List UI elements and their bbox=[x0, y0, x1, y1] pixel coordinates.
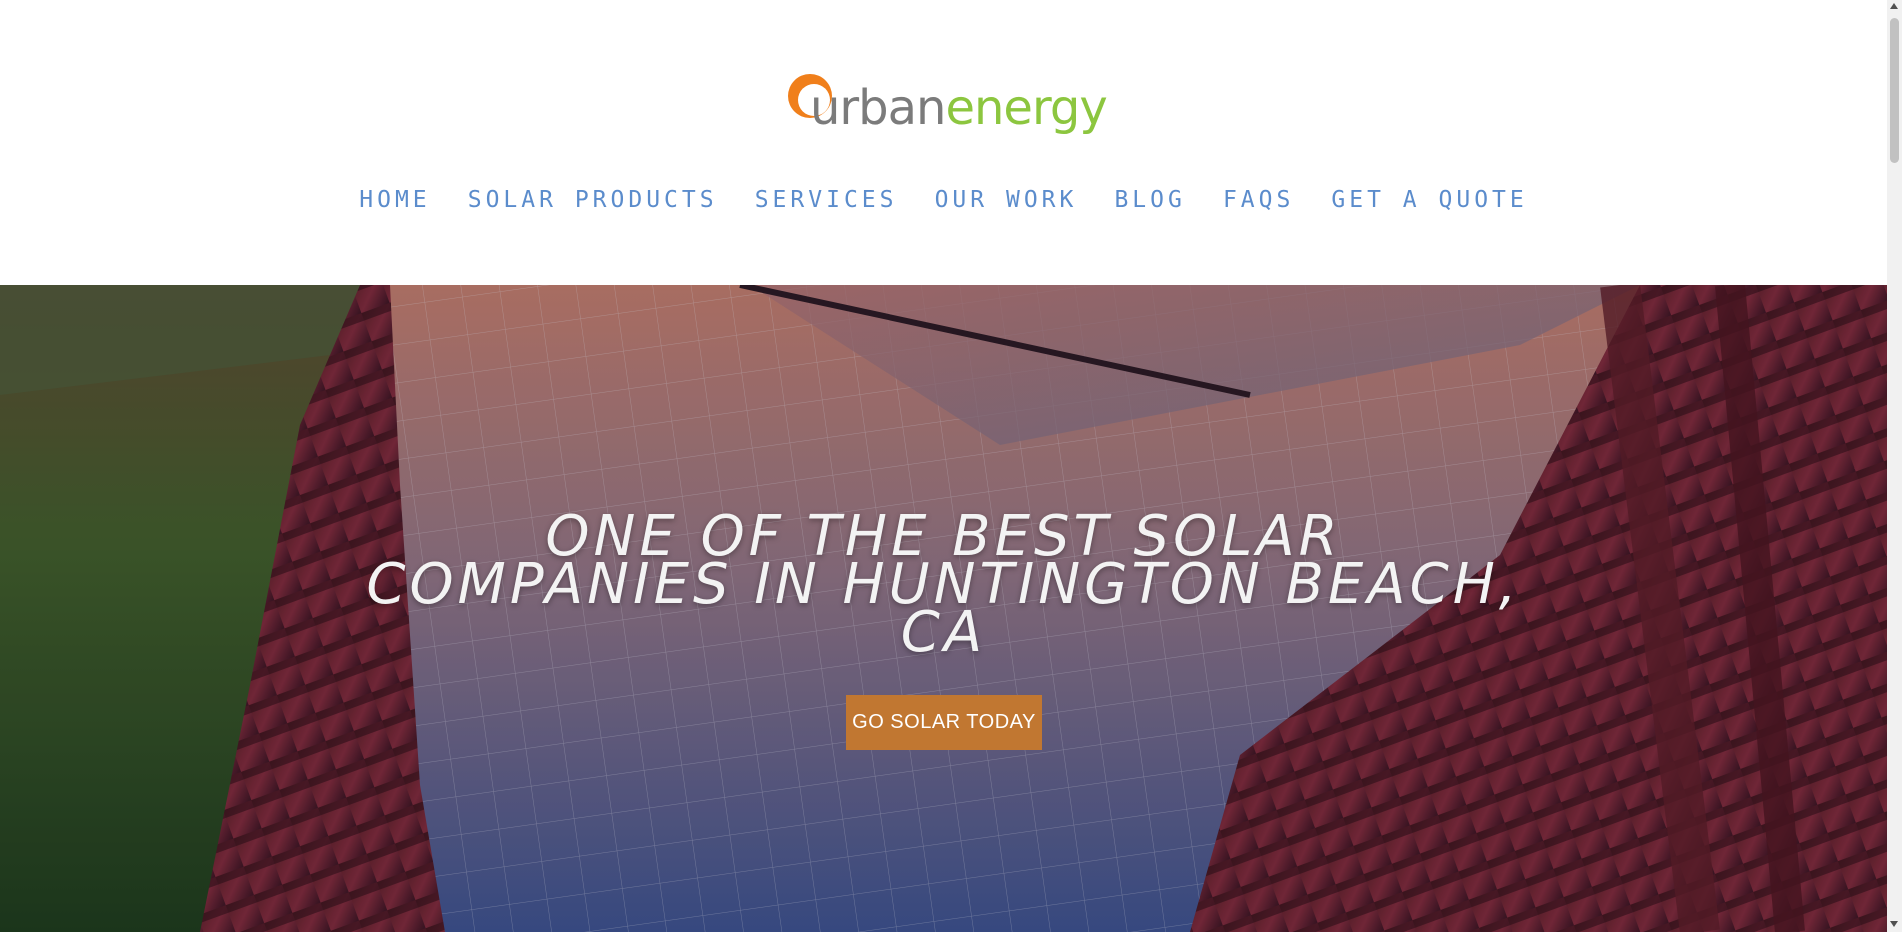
nav-blog[interactable]: BLOG bbox=[1114, 180, 1185, 220]
site-logo[interactable]: urbanenergy bbox=[780, 68, 1110, 146]
nav-our-work[interactable]: OUR WORK bbox=[935, 180, 1078, 220]
logo-urban-text: urban bbox=[810, 80, 946, 136]
logo-wordmark: urbanenergy bbox=[810, 78, 1108, 138]
nav-get-a-quote[interactable]: GET A QUOTE bbox=[1331, 180, 1527, 220]
site-header: urbanenergy HOME SOLAR PRODUCTS SERVICES… bbox=[0, 0, 1887, 285]
hero-section: ONE OF THE BEST SOLAR COMPANIES IN HUNTI… bbox=[0, 285, 1887, 932]
hero-title: ONE OF THE BEST SOLAR COMPANIES IN HUNTI… bbox=[366, 504, 1521, 665]
logo-energy-text: energy bbox=[945, 80, 1107, 136]
nav-home[interactable]: HOME bbox=[359, 180, 430, 220]
scroll-up-arrow-icon[interactable] bbox=[1890, 3, 1898, 9]
scroll-down-arrow-icon[interactable] bbox=[1890, 921, 1898, 927]
nav-services[interactable]: SERVICES bbox=[755, 180, 898, 220]
main-nav: HOME SOLAR PRODUCTS SERVICES OUR WORK BL… bbox=[0, 180, 1887, 220]
scrollbar-thumb[interactable] bbox=[1890, 18, 1899, 163]
go-solar-today-button[interactable]: GO SOLAR TODAY bbox=[846, 695, 1042, 750]
nav-faqs[interactable]: FAQS bbox=[1223, 180, 1294, 220]
page: urbanenergy HOME SOLAR PRODUCTS SERVICES… bbox=[0, 0, 1887, 932]
nav-solar-products[interactable]: SOLAR PRODUCTS bbox=[468, 180, 718, 220]
page-scrollbar[interactable] bbox=[1887, 0, 1902, 932]
